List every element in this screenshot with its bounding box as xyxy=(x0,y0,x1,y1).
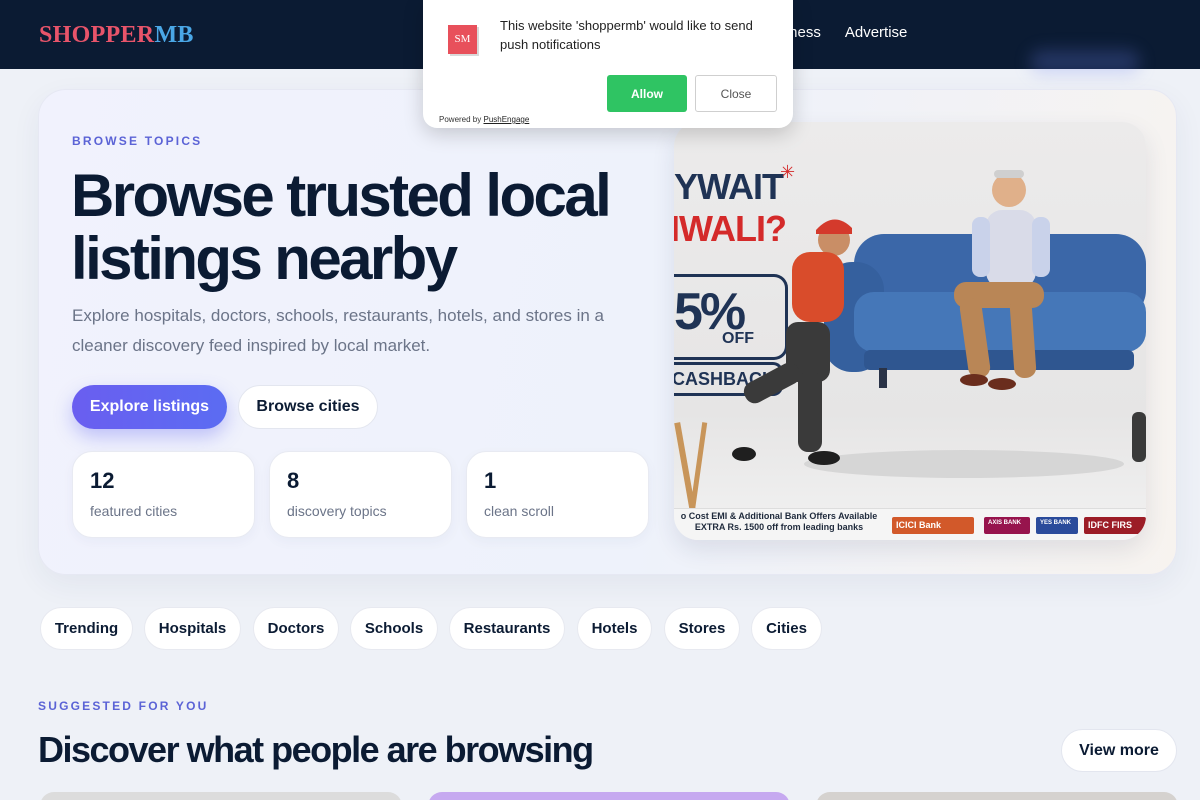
hero-description: Explore hospitals, doctors, schools, res… xyxy=(72,306,604,355)
axis-bank-logo: AXIS BANK xyxy=(984,517,1030,534)
nav-link-advertise[interactable]: Advertise xyxy=(845,24,908,41)
category-pill-trending[interactable]: Trending xyxy=(40,607,133,650)
stat-value: 1 xyxy=(484,468,497,493)
shoppermb-app-icon: SM xyxy=(448,25,477,54)
push-message: This website 'shoppermb' would like to s… xyxy=(500,18,753,52)
allow-notifications-button[interactable]: Allow xyxy=(607,75,687,112)
listing-card[interactable] xyxy=(816,792,1178,800)
stat-card-cities: 12 featured cities xyxy=(72,451,255,538)
hero-card: BROWSE TOPICS Browse trusted local listi… xyxy=(38,89,1177,575)
category-pill-doctors[interactable]: Doctors xyxy=(253,607,339,650)
category-pill-hotels[interactable]: Hotels xyxy=(577,607,652,650)
explore-listings-button[interactable]: Explore listings xyxy=(72,385,227,429)
shoppermb-logo[interactable]: SHOPPERMB xyxy=(39,22,194,49)
category-pill-cities[interactable]: Cities xyxy=(751,607,822,650)
hero-eyebrow: BROWSE TOPICS xyxy=(72,134,203,148)
suggested-eyebrow: SUGGESTED FOR YOU xyxy=(38,699,209,713)
category-pill-restaurants[interactable]: Restaurants xyxy=(449,607,565,650)
yes-bank-logo: YES BANK xyxy=(1036,517,1078,534)
listing-card[interactable] xyxy=(40,792,402,800)
stat-label: discovery topics xyxy=(287,503,387,519)
stat-value: 8 xyxy=(287,468,300,493)
category-pill-schools[interactable]: Schools xyxy=(350,607,438,650)
stat-label: clean scroll xyxy=(484,503,555,519)
pushengage-link[interactable]: PushEngage xyxy=(483,115,529,124)
powered-by-label: Powered by xyxy=(439,115,482,124)
banner-offer-text: o Cost EMI & Additional Bank Offers Avai… xyxy=(680,511,878,532)
logo-part-shopper: SHOPPER xyxy=(39,22,155,48)
category-pill-hospitals[interactable]: Hospitals xyxy=(144,607,241,650)
hero-title: Browse trusted local listings nearby xyxy=(71,162,612,292)
promo-banner[interactable]: YWAIT ✳ IWALI? 5% OFF CASHBACK o Cost EM… xyxy=(674,122,1146,540)
logo-part-mb: MB xyxy=(154,22,194,48)
stat-card-topics: 8 discovery topics xyxy=(269,451,452,538)
banner-offer-strip: o Cost EMI & Additional Bank Offers Avai… xyxy=(674,508,1146,540)
category-pill-stores[interactable]: Stores xyxy=(664,607,740,650)
stat-card-scroll: 1 clean scroll xyxy=(466,451,649,538)
stat-value: 12 xyxy=(90,468,115,493)
sofa-illustration xyxy=(674,170,1146,512)
suggested-title: Discover what people are browsing xyxy=(38,729,594,770)
listing-card[interactable] xyxy=(428,792,790,800)
browse-cities-button[interactable]: Browse cities xyxy=(238,385,378,429)
stat-label: featured cities xyxy=(90,503,178,519)
nav-glow-decoration xyxy=(1030,50,1140,74)
close-notifications-button[interactable]: Close xyxy=(695,75,777,112)
idfc-bank-logo: IDFC FIRS xyxy=(1084,517,1146,534)
icici-bank-logo: ICICI Bank xyxy=(892,517,974,534)
view-more-button[interactable]: View more xyxy=(1061,729,1177,772)
push-notification-prompt: SM This website 'shoppermb' would like t… xyxy=(423,0,793,128)
powered-by: Powered by PushEngage xyxy=(439,115,529,124)
